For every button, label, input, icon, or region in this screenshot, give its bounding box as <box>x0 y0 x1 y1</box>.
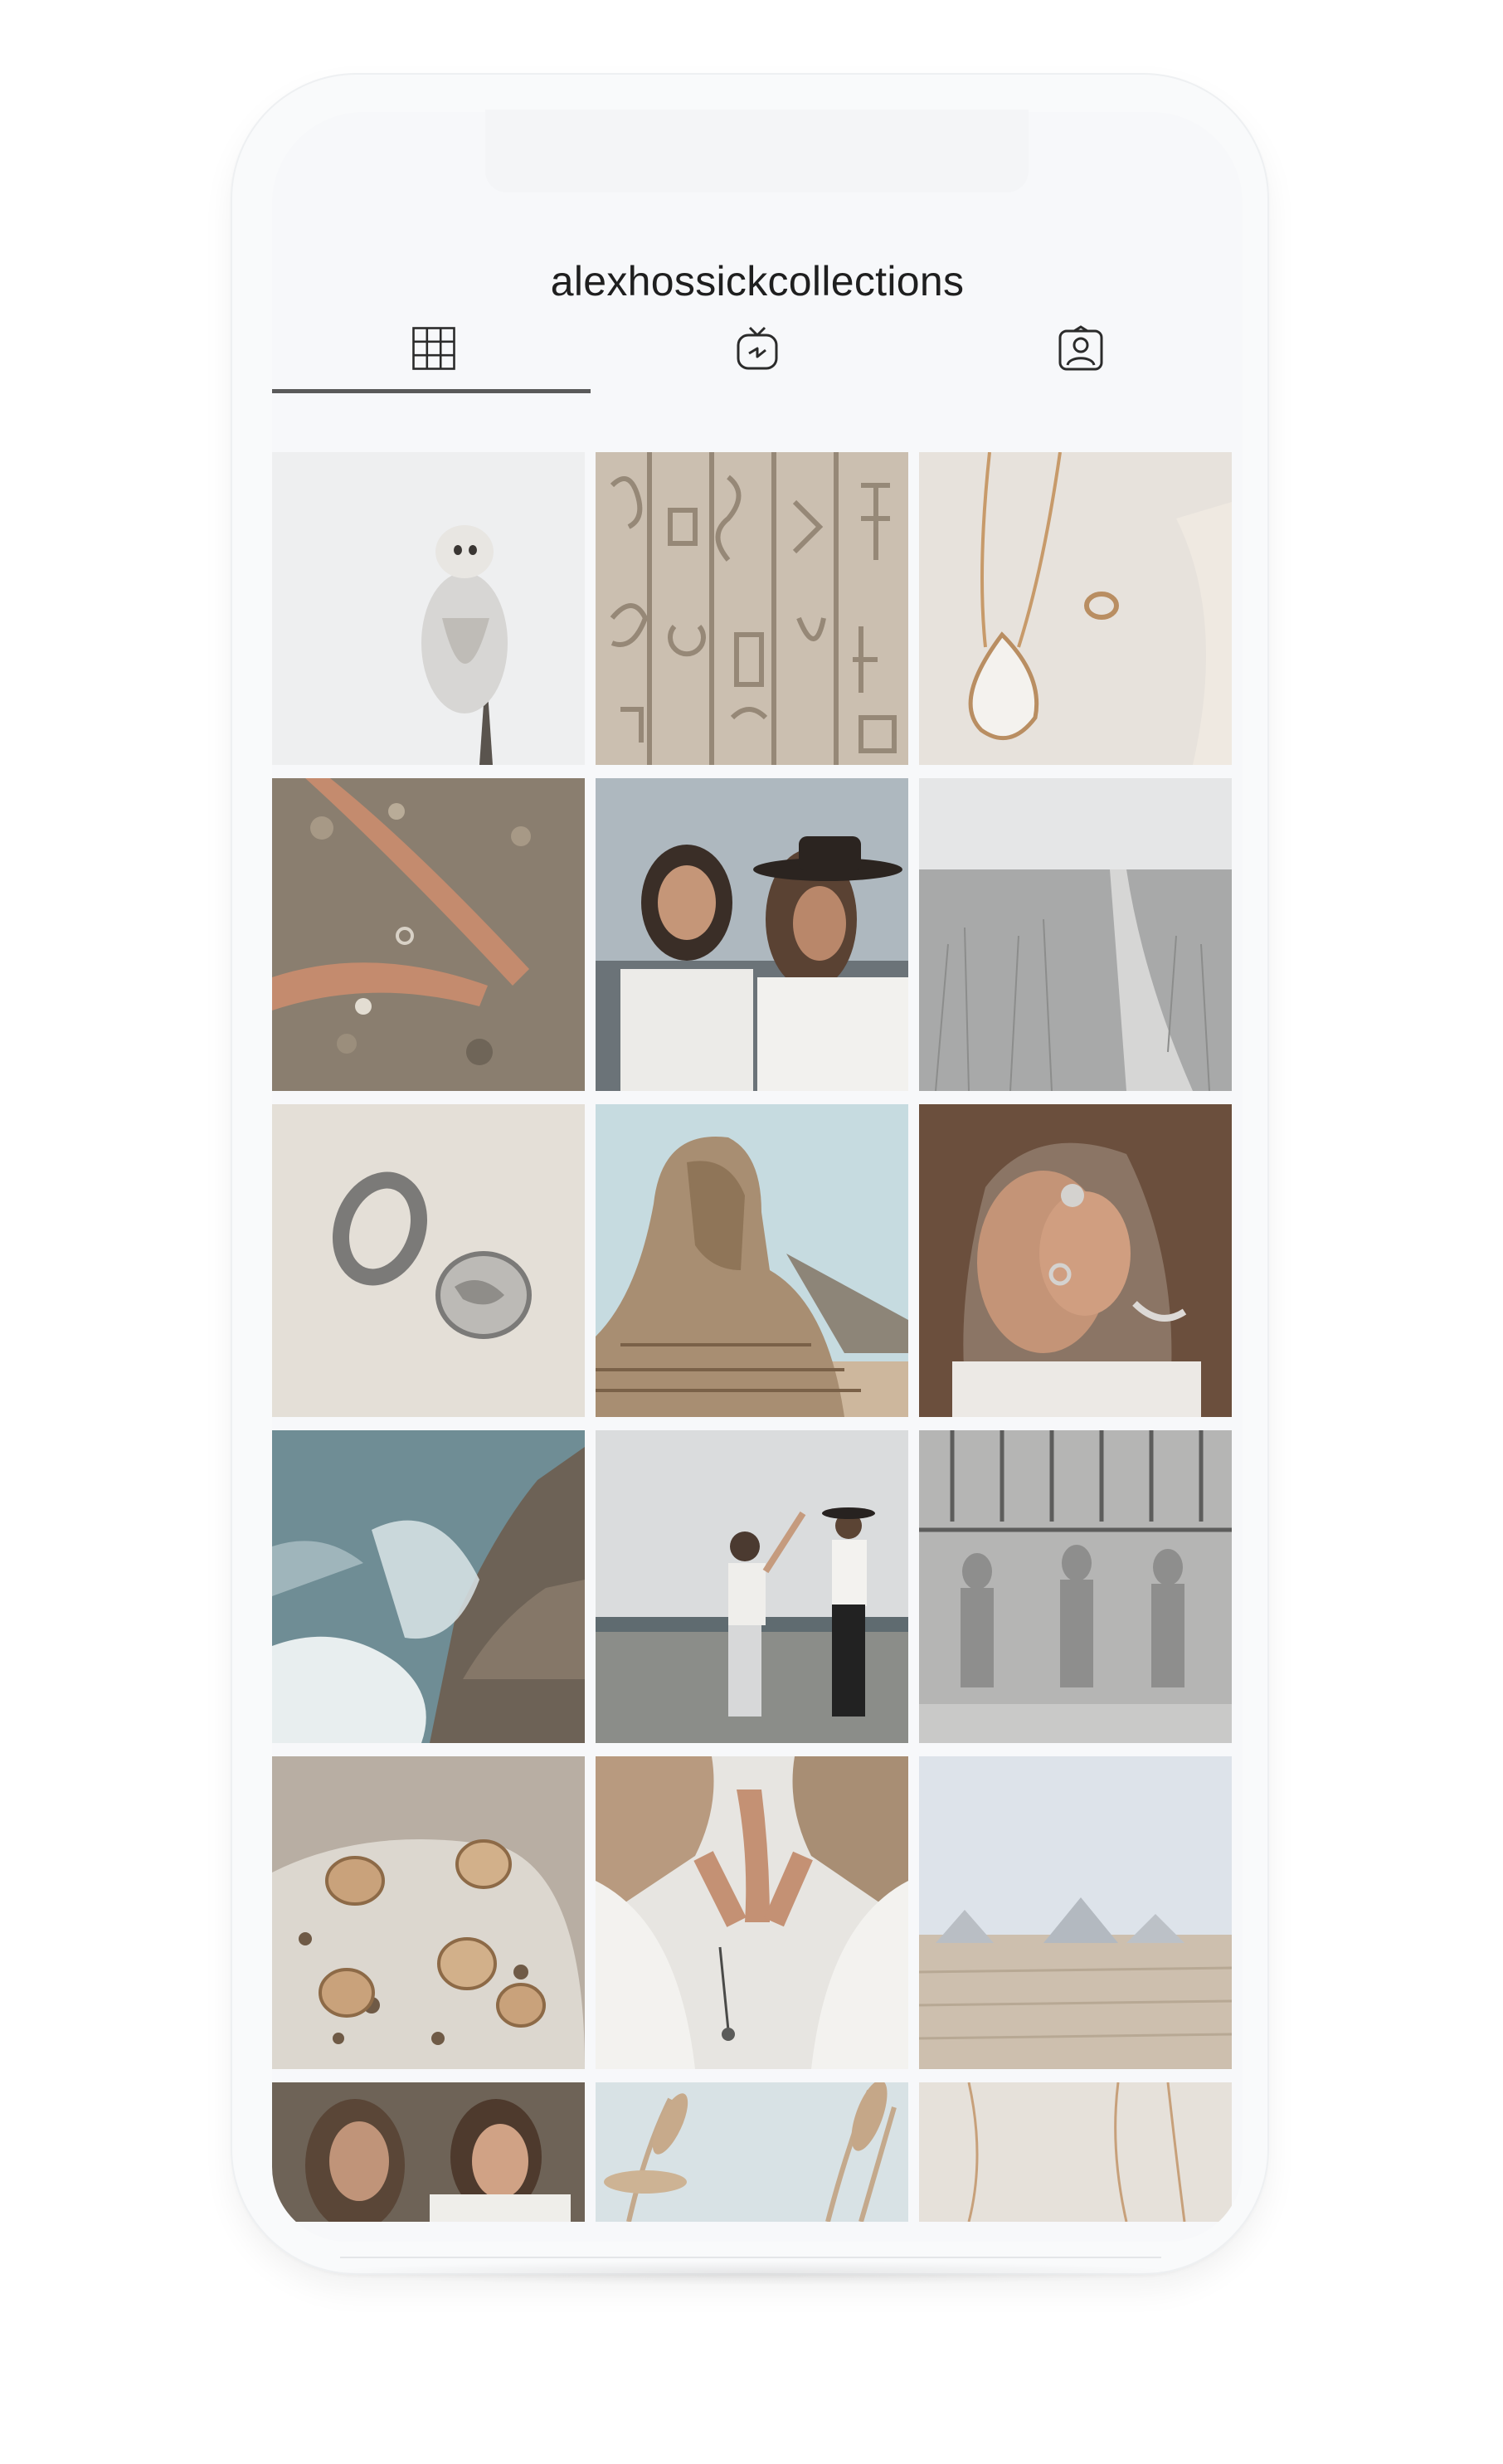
phone-screen: alexhossickcollections <box>272 112 1243 2242</box>
device-mockup: alexhossickcollections <box>0 0 1503 2464</box>
post-tile-hands-praying[interactable] <box>596 1756 908 2069</box>
phone-bottom-edge <box>340 2257 1161 2258</box>
post-tile-hands-rings[interactable] <box>272 778 585 1091</box>
post-tile-grass-field[interactable] <box>919 778 1232 1091</box>
post-tile-pampas[interactable] <box>596 2082 908 2222</box>
post-tile-waves[interactable] <box>272 1430 585 1743</box>
post-tile-gold-rings[interactable] <box>272 1756 585 2069</box>
phone-notch <box>485 110 1029 192</box>
tab-igtv[interactable] <box>596 309 919 392</box>
grid-icon <box>412 326 455 374</box>
tagged-person-icon <box>1058 324 1104 376</box>
post-tile-hieroglyphs[interactable] <box>596 452 908 765</box>
post-tile-pendant[interactable] <box>919 452 1232 765</box>
post-tile-pyramids[interactable] <box>919 1756 1232 2069</box>
phone-shadow <box>307 2261 1194 2286</box>
tab-tagged[interactable] <box>919 309 1243 392</box>
post-tile-owl[interactable] <box>272 452 585 765</box>
tab-selected-underline <box>272 389 591 393</box>
post-tile-sphinx[interactable] <box>596 1104 908 1417</box>
post-tile-chain[interactable] <box>919 2082 1232 2222</box>
post-tile-egyptian-relief[interactable] <box>919 1430 1232 1743</box>
post-tile-couple-sea[interactable] <box>596 778 908 1091</box>
tab-grid[interactable] <box>272 309 596 393</box>
post-tile-man-ring[interactable] <box>919 1104 1232 1417</box>
post-tile-couple-beach[interactable] <box>596 1430 908 1743</box>
igtv-icon <box>736 325 779 376</box>
post-tile-two-women[interactable] <box>272 2082 585 2222</box>
post-tile-silver-rings[interactable] <box>272 1104 585 1417</box>
profile-tabs <box>272 309 1243 393</box>
profile-username: alexhossickcollections <box>550 258 965 304</box>
